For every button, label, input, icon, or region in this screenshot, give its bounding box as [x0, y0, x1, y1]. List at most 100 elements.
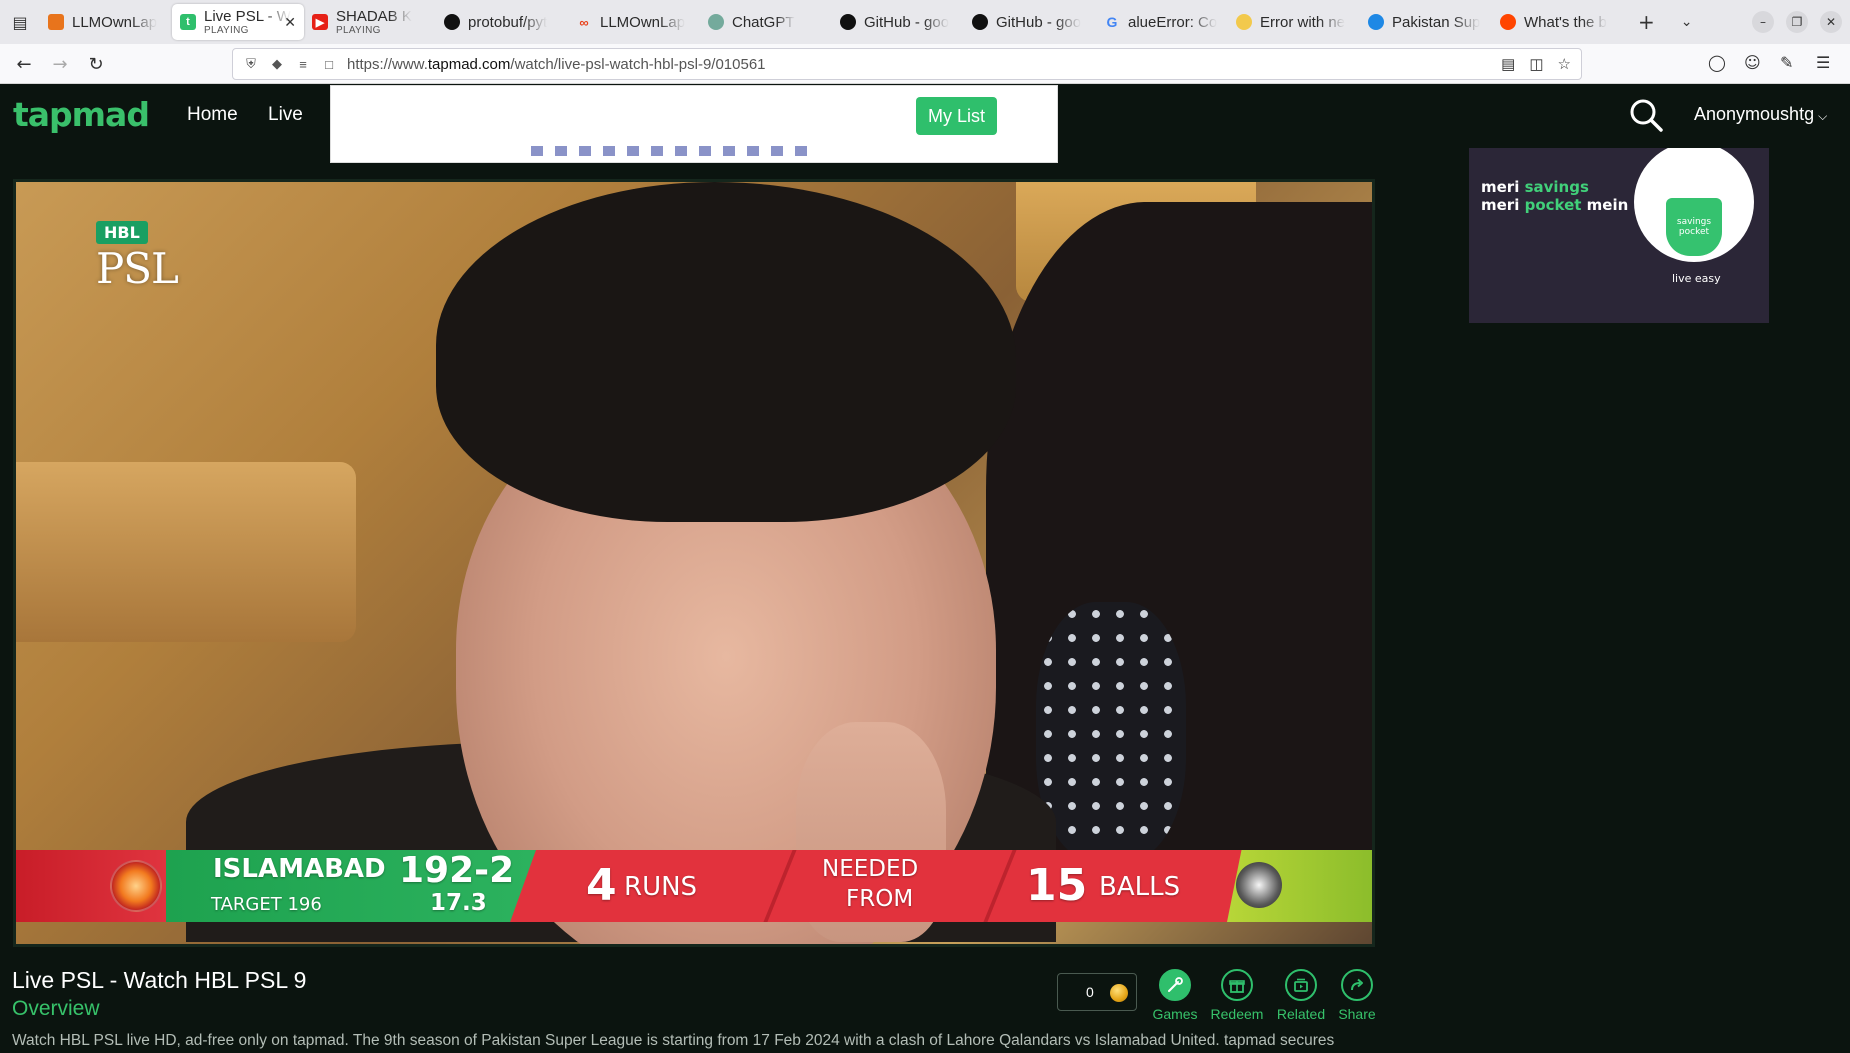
- tab-title: protobuf/pyt: [468, 13, 548, 31]
- url-text[interactable]: https://www.tapmad.com/watch/live-psl-wa…: [347, 56, 766, 73]
- nav-live[interactable]: Live: [268, 104, 303, 126]
- search-icon[interactable]: [1628, 97, 1664, 133]
- coin-icon: [1110, 984, 1128, 1002]
- extensions-icon[interactable]: ✎: [1780, 53, 1793, 72]
- reddit-icon: [1500, 14, 1516, 30]
- lock-icon[interactable]: ◆: [269, 56, 285, 72]
- nav-coming-soon[interactable]: Coming soon: [577, 104, 689, 126]
- permissions-icon[interactable]: ≡: [295, 56, 311, 72]
- browser-tab-bar: ▤ LLMOwnLap t Live PSL - W PLAYING ✕ ▶ S…: [0, 0, 1850, 44]
- browser-nav-bar: ← → ↻ ⛨ ◆ ≡ □ https://www.tapmad.com/wat…: [0, 44, 1850, 84]
- bookmark-star-icon[interactable]: ☆: [1558, 55, 1571, 73]
- browser-tab-7[interactable]: GitHub - goo: [964, 4, 1096, 40]
- google-icon: G: [1106, 14, 1118, 30]
- minimize-icon[interactable]: –: [1752, 11, 1774, 33]
- team-name: ISLAMABAD: [213, 854, 386, 884]
- browser-tab-4[interactable]: ∞ LLMOwnLap: [568, 4, 700, 40]
- hbl-badge: HBL: [96, 221, 148, 244]
- tab-playing-label: PLAYING: [336, 25, 381, 36]
- team-score: 192-2: [399, 850, 515, 891]
- github-icon: [840, 14, 856, 30]
- nav-kids[interactable]: Kids: [509, 104, 546, 126]
- redeem-label: Redeem: [1210, 1006, 1264, 1022]
- games-button[interactable]: Games: [1145, 969, 1205, 1022]
- ad-line-2: meri pocket mein: [1481, 196, 1629, 214]
- savings-pocket-graphic: savings pocket: [1666, 198, 1722, 256]
- content-description: Watch HBL PSL live HD, ad-free only on t…: [12, 1032, 1335, 1049]
- account-icon[interactable]: ☺: [1744, 53, 1761, 72]
- psl-logo: HBL PSL: [96, 221, 179, 293]
- score-separator: [763, 850, 797, 922]
- share-label: Share: [1338, 1006, 1376, 1022]
- balls-label: BALLS: [1099, 872, 1181, 902]
- related-label: Related: [1276, 1006, 1326, 1022]
- from-label: FROM: [846, 886, 914, 912]
- redeem-button[interactable]: Redeem: [1207, 969, 1267, 1022]
- share-icon: [1341, 969, 1373, 1001]
- restore-icon[interactable]: ❐: [1786, 11, 1808, 33]
- tapmad-icon: t: [180, 14, 196, 30]
- github-icon: [972, 14, 988, 30]
- browser-tab-8[interactable]: G alueError: Co: [1096, 4, 1228, 40]
- browser-tab-1[interactable]: t Live PSL - W PLAYING ✕: [172, 4, 304, 40]
- browser-tab-11[interactable]: What's the b: [1492, 4, 1624, 40]
- tapmad-logo[interactable]: tapmad: [13, 95, 150, 134]
- content-title: Live PSL - Watch HBL PSL 9: [12, 967, 307, 993]
- nav-movies[interactable]: Movies: [331, 104, 391, 126]
- browser-tab-3[interactable]: protobuf/pyt: [436, 4, 568, 40]
- reader-view-icon[interactable]: ▤: [1501, 55, 1515, 73]
- overview-heading: Overview: [12, 997, 100, 1020]
- llm-doc-icon: [48, 14, 64, 30]
- side-banner-ad[interactable]: savings pocket meri savings meri pocket m…: [1469, 148, 1769, 323]
- browser-tab-5[interactable]: ChatGPT: [700, 4, 832, 40]
- close-tab-icon[interactable]: ✕: [284, 14, 296, 31]
- picture-in-picture-icon[interactable]: ◫: [1529, 55, 1543, 73]
- forward-arrow-icon[interactable]: →: [48, 52, 72, 76]
- user-menu[interactable]: Anonymoushtg ⌵: [1694, 104, 1827, 125]
- pocket-text-2: pocket: [1678, 227, 1710, 237]
- tab-list-icon[interactable]: ▤: [0, 0, 40, 44]
- ad-line-1: meri savings: [1481, 178, 1589, 196]
- my-list-button[interactable]: My List: [916, 97, 997, 135]
- needed-label: NEEDED: [822, 856, 919, 882]
- tab-overflow-chevron-icon[interactable]: ⌄: [1681, 14, 1693, 30]
- url-path: /watch/live-psl-watch-hbl-psl-9/010561: [510, 55, 766, 73]
- back-arrow-icon[interactable]: ←: [12, 52, 36, 76]
- tab-title: SHADAB K: [336, 8, 412, 25]
- url-prefix: https://www.: [347, 55, 428, 73]
- new-tab-icon[interactable]: +: [1638, 10, 1655, 34]
- browser-tab-2[interactable]: ▶ SHADAB K PLAYING: [304, 4, 436, 40]
- runs-label: RUNS: [624, 872, 698, 902]
- tab-title: alueError: Co: [1128, 13, 1218, 31]
- games-label: Games: [1152, 1006, 1198, 1022]
- pocket-text-1: savings: [1676, 217, 1712, 227]
- close-window-icon[interactable]: ✕: [1820, 11, 1842, 33]
- url-host: tapmad.com: [427, 55, 511, 73]
- app-menu-icon[interactable]: ☰: [1816, 53, 1830, 72]
- reload-icon[interactable]: ↻: [84, 52, 108, 76]
- shield-icon[interactable]: ⛨: [243, 56, 259, 72]
- url-bar[interactable]: ⛨ ◆ ≡ □ https://www.tapmad.com/watch/liv…: [232, 48, 1582, 80]
- tab-title: What's the b: [1524, 13, 1607, 31]
- chevron-down-icon: ⌵: [1818, 109, 1828, 123]
- video-player[interactable]: HBL PSL ISLAMABAD 192-2 TARGET 196 17.3 …: [13, 179, 1375, 947]
- browser-tab-9[interactable]: Error with ne: [1228, 4, 1360, 40]
- nav-home[interactable]: Home: [187, 104, 238, 126]
- browser-tab-10[interactable]: Pakistan Sup: [1360, 4, 1492, 40]
- balls-remaining-value: 15: [1026, 860, 1088, 911]
- nav-shows[interactable]: Shows: [422, 104, 479, 126]
- page-info-icon[interactable]: □: [321, 56, 337, 72]
- pocket-icon[interactable]: ◯: [1708, 53, 1726, 72]
- lahore-crest-icon: [1236, 862, 1282, 908]
- globe-icon: [1368, 14, 1384, 30]
- browser-tab-6[interactable]: GitHub - goo: [832, 4, 964, 40]
- tab-playing-label: PLAYING: [204, 25, 249, 36]
- share-button[interactable]: Share: [1327, 969, 1387, 1022]
- github-icon: [444, 14, 460, 30]
- related-button[interactable]: Related: [1271, 969, 1331, 1022]
- user-name: Anonymoushtg: [1694, 104, 1815, 124]
- tab-title: Live PSL - W: [204, 8, 291, 25]
- browser-tab-0[interactable]: LLMOwnLap: [40, 4, 172, 40]
- nav-redemption[interactable]: Redemption: [799, 104, 901, 126]
- nav-game[interactable]: Game: [718, 104, 770, 126]
